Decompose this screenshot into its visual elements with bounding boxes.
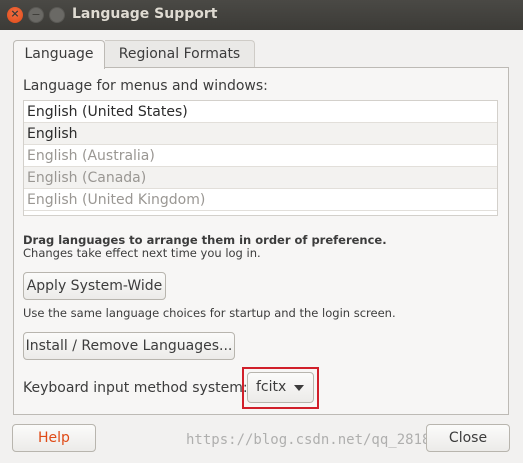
list-item[interactable]: English (United States) [24, 101, 497, 123]
keyboard-input-label: Keyboard input method system: [23, 380, 248, 396]
list-item[interactable]: English (United Kingdom) [24, 189, 497, 211]
watermark: https://blog.csdn.net/qq_28181567 [186, 432, 465, 448]
apply-hint: Use the same language choices for startu… [23, 306, 396, 320]
keyboard-input-value: fcitx [256, 379, 287, 395]
install-remove-languages-button[interactable]: Install / Remove Languages... [23, 332, 235, 360]
close-button[interactable]: Close [426, 424, 510, 452]
close-window-icon[interactable]: × [7, 7, 23, 23]
list-item[interactable]: English (Australia) [24, 145, 497, 167]
help-button[interactable]: Help [12, 424, 96, 452]
language-section-label: Language for menus and windows: [23, 78, 268, 94]
list-item[interactable]: English [24, 123, 497, 145]
keyboard-input-dropdown[interactable]: fcitx [247, 372, 314, 403]
apply-system-wide-button[interactable]: Apply System-Wide [23, 272, 166, 300]
maximize-window-icon[interactable] [49, 7, 65, 23]
title-bar: × − Language Support [0, 0, 523, 30]
tab-regional-formats[interactable]: Regional Formats [105, 40, 255, 68]
drag-hint: Drag languages to arrange them in order … [23, 233, 387, 247]
window-title: Language Support [72, 6, 218, 22]
effect-hint: Changes take effect next time you log in… [23, 246, 261, 260]
minimize-window-icon[interactable]: − [28, 7, 44, 23]
tab-language[interactable]: Language [13, 40, 105, 69]
chevron-down-icon [294, 385, 304, 391]
language-list[interactable]: English (United States) English English … [23, 100, 498, 216]
list-item[interactable]: English (Canada) [24, 167, 497, 189]
